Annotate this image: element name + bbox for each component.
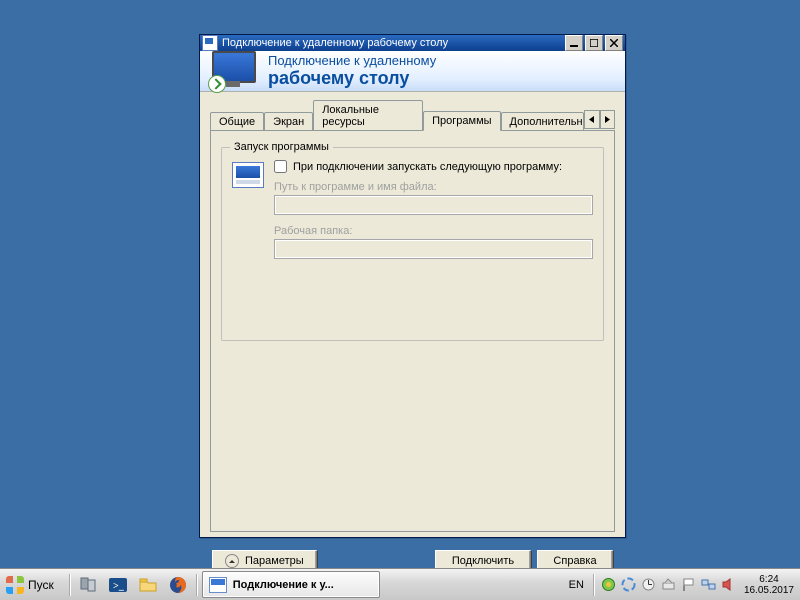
- svg-text:>_: >_: [113, 581, 125, 592]
- taskbar: Пуск >_ Подключение к у... EN 6:24 16.05…: [0, 568, 800, 600]
- clock-time: 6:24: [744, 574, 794, 585]
- volume-icon[interactable]: [721, 577, 736, 592]
- program-path-input: [274, 195, 593, 215]
- rdp-icon: [212, 51, 258, 91]
- close-button[interactable]: [605, 35, 623, 51]
- banner: Подключение к удаленному рабочему столу: [200, 51, 625, 92]
- tab-display[interactable]: Экран: [264, 112, 313, 131]
- windows-logo-icon: [6, 576, 24, 594]
- help-button-label: Справка: [553, 555, 596, 567]
- window-title: Подключение к удаленному рабочему столу: [222, 37, 448, 49]
- start-program-group: Запуск программы При подключении запуска…: [221, 147, 604, 341]
- start-program-checkbox[interactable]: [274, 160, 287, 173]
- start-label: Пуск: [28, 578, 54, 592]
- maximize-button[interactable]: [585, 35, 603, 51]
- start-program-checkbox-row[interactable]: При подключении запускать следующую прог…: [274, 160, 593, 173]
- program-icon: [232, 162, 264, 188]
- titlebar-icon: [202, 35, 218, 51]
- taskbar-separator: [196, 574, 197, 596]
- working-folder-input: [274, 239, 593, 259]
- taskbar-separator: [69, 574, 70, 596]
- start-program-checkbox-label: При подключении запускать следующую прог…: [293, 161, 562, 173]
- explorer-icon[interactable]: [136, 573, 160, 597]
- group-legend: Запуск программы: [230, 141, 333, 153]
- flag-icon[interactable]: [681, 577, 696, 592]
- powershell-icon[interactable]: >_: [106, 573, 130, 597]
- network-icon[interactable]: [701, 577, 716, 592]
- tab-general[interactable]: Общие: [210, 112, 264, 131]
- chevron-up-icon: [225, 554, 239, 568]
- tab-programs[interactable]: Программы: [423, 111, 500, 131]
- taskbar-separator: [593, 574, 594, 596]
- tab-local-resources[interactable]: Локальные ресурсы: [313, 100, 423, 131]
- titlebar[interactable]: Подключение к удаленному рабочему столу: [200, 35, 625, 51]
- language-indicator[interactable]: EN: [563, 575, 590, 595]
- firefox-icon[interactable]: [166, 573, 190, 597]
- banner-line2: рабочему столу: [268, 68, 436, 89]
- tray-icon[interactable]: [601, 577, 616, 592]
- tab-advanced[interactable]: Дополнительн: [501, 112, 585, 131]
- program-path-label: Путь к программе и имя файла:: [274, 181, 593, 193]
- tray-icon[interactable]: [621, 577, 636, 592]
- start-button[interactable]: Пуск: [2, 572, 64, 597]
- tabs-scroll-right[interactable]: [600, 110, 615, 129]
- taskbar-task-rdp[interactable]: Подключение к у...: [202, 571, 380, 598]
- system-tray: [597, 577, 740, 592]
- minimize-button[interactable]: [565, 35, 583, 51]
- rdp-window: Подключение к удаленному рабочему столу …: [199, 34, 626, 538]
- tray-icon[interactable]: [641, 577, 656, 592]
- working-folder-label: Рабочая папка:: [274, 225, 593, 237]
- task-title: Подключение к у...: [233, 579, 334, 591]
- connect-button-label: Подключить: [452, 555, 514, 567]
- tray-icon[interactable]: [661, 577, 676, 592]
- taskbar-clock[interactable]: 6:24 16.05.2017: [740, 574, 800, 596]
- server-manager-icon[interactable]: [76, 573, 100, 597]
- task-icon: [209, 577, 227, 593]
- banner-line1: Подключение к удаленному: [268, 53, 436, 68]
- tabs-scroll-left[interactable]: [584, 110, 599, 129]
- content-area: Общие Экран Локальные ресурсы Программы …: [200, 92, 625, 542]
- options-button-label: Параметры: [245, 555, 304, 567]
- tabstrip: Общие Экран Локальные ресурсы Программы …: [210, 108, 615, 130]
- clock-date: 16.05.2017: [744, 585, 794, 596]
- tab-panel: Запуск программы При подключении запуска…: [210, 130, 615, 532]
